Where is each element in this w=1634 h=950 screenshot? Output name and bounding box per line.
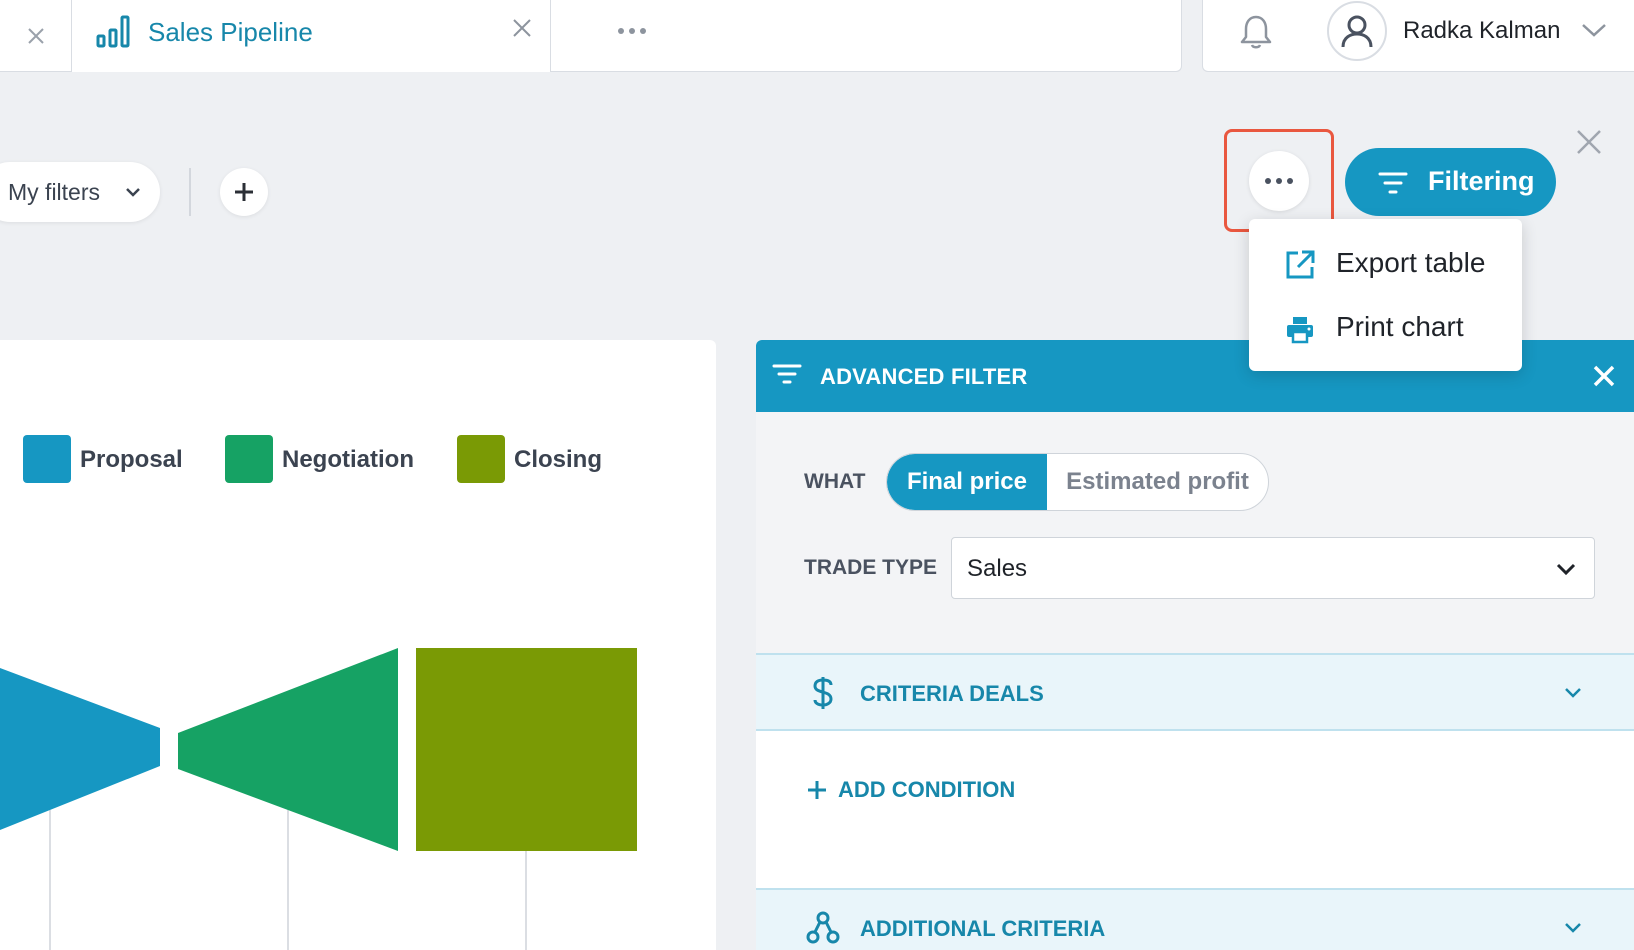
funnel-segment-closing: [416, 648, 637, 851]
more-options-button[interactable]: [1249, 151, 1309, 211]
legend-label: Closing: [514, 446, 602, 473]
add-filter-button[interactable]: [220, 168, 268, 216]
segment-final-price[interactable]: Final price: [887, 454, 1047, 510]
legend-swatch: [457, 435, 505, 483]
more-tabs[interactable]: [550, 0, 1182, 72]
more-horizontal-icon: [1265, 178, 1293, 184]
plus-icon: [235, 183, 253, 201]
external-link-icon: [1286, 250, 1315, 279]
close-icon[interactable]: [1575, 128, 1603, 156]
dollar-icon: [813, 677, 833, 709]
chevron-down-icon: [1565, 688, 1581, 698]
section-title: ADDITIONAL CRITERIA: [860, 916, 1106, 941]
segment-estimated-profit[interactable]: Estimated profit: [1047, 454, 1268, 510]
bell-icon[interactable]: [1239, 14, 1273, 50]
what-segmented-control: Final price Estimated profit: [886, 453, 1269, 511]
what-label: WHAT: [804, 470, 866, 493]
filtering-label: Filtering: [1428, 166, 1535, 196]
trade-type-value: Sales: [967, 555, 1028, 582]
printer-icon: [1287, 317, 1313, 344]
menu-item-label: Print chart: [1336, 311, 1464, 342]
chevron-down-icon[interactable]: [1581, 22, 1607, 38]
close-icon[interactable]: [1592, 364, 1616, 388]
tab-sales-pipeline[interactable]: Sales Pipeline: [72, 0, 550, 72]
filter-lines-icon: [1378, 172, 1408, 194]
trade-type-select[interactable]: Sales: [951, 537, 1595, 599]
criteria-deals-body: ADD CONDITION: [756, 731, 1634, 888]
menu-item-print-chart[interactable]: Print chart: [1249, 297, 1522, 359]
section-title: CRITERIA DEALS: [860, 681, 1044, 706]
trade-type-label: TRADE TYPE: [804, 556, 938, 579]
toolbar-divider: [189, 168, 191, 216]
more-options-menu: Export table Print chart: [1249, 219, 1522, 371]
advanced-filter-panel: ADVANCED FILTER WHAT Final price Estimat…: [756, 340, 1634, 950]
funnel-segment-proposal: [0, 668, 160, 830]
legend-swatch: [225, 435, 273, 483]
closed-tab[interactable]: [0, 0, 72, 72]
add-condition-label: ADD CONDITION: [838, 777, 1016, 802]
plus-icon: [808, 781, 826, 799]
filter-lines-icon: [772, 364, 802, 384]
chevron-down-icon: [1556, 563, 1576, 576]
legend-swatch: [23, 435, 71, 483]
filtering-button[interactable]: Filtering: [1345, 148, 1556, 216]
legend-label: Negotiation: [282, 446, 414, 473]
chevron-down-icon: [1565, 923, 1581, 933]
chart-card: Proposal Negotiation Closing: [0, 340, 716, 950]
close-icon[interactable]: [26, 26, 46, 46]
panel-title: ADVANCED FILTER: [820, 364, 1028, 389]
bar-chart-icon: [96, 15, 130, 48]
close-tab-icon[interactable]: [510, 16, 534, 40]
network-icon: [806, 911, 840, 944]
section-additional-criteria[interactable]: ADDITIONAL CRITERIA: [756, 888, 1634, 950]
my-filters-dropdown[interactable]: My filters: [0, 162, 160, 222]
funnel-chart: [0, 648, 637, 950]
user-icon: [1341, 15, 1373, 48]
my-filters-label: My filters: [8, 179, 100, 205]
avatar[interactable]: [1327, 1, 1387, 61]
user-area: Radka Kalman: [1202, 0, 1634, 72]
chevron-down-icon: [126, 188, 140, 197]
menu-item-export-table[interactable]: Export table: [1249, 233, 1522, 295]
menu-item-label: Export table: [1336, 247, 1486, 278]
more-horizontal-icon[interactable]: [617, 26, 647, 36]
tab-title: Sales Pipeline: [148, 17, 313, 47]
legend-label: Proposal: [80, 446, 183, 473]
section-criteria-deals[interactable]: CRITERIA DEALS: [756, 653, 1634, 731]
user-name[interactable]: Radka Kalman: [1403, 17, 1560, 45]
